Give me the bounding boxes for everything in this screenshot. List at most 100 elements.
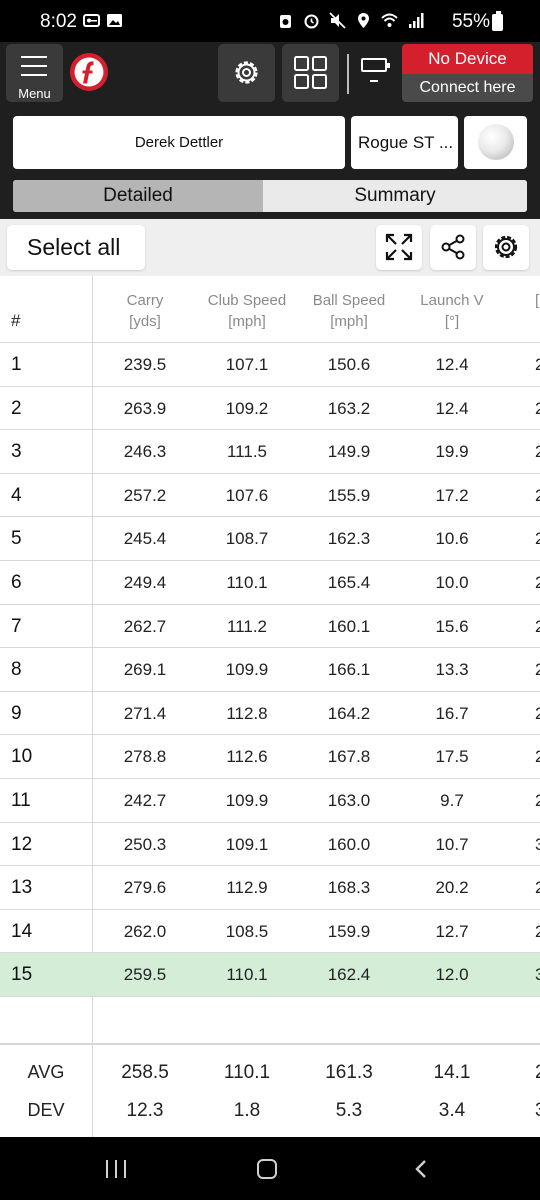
cell-ball-speed: 164.2 [327,703,371,723]
session-selectors: Derek Dettler Rogue ST ... Detailed Summ… [0,108,540,219]
device-status[interactable]: No Device [402,44,533,74]
table-summary: AVG 258.5 110.1 161.3 14.1 2 DEV 12.3 1.… [0,1043,540,1137]
dev-club-speed: 1.8 [233,1100,261,1121]
status-bar: 8:02 55% [0,0,540,42]
header-carry[interactable]: Carry [yds] [93,290,197,332]
table-row[interactable]: 8 269.1 109.9 166.1 13.3 2 [0,648,540,692]
recents-button[interactable] [104,1160,128,1178]
share-button[interactable] [430,225,476,270]
cell-carry: 245.4 [123,529,167,549]
cell-shot-number: 11 [11,789,31,811]
connect-button[interactable]: Connect here [402,74,533,102]
cell-next-column: 3 [535,965,540,985]
cell-ball-speed: 163.2 [327,398,371,418]
cell-carry: 239.5 [123,355,167,374]
cell-next-column: 2 [535,747,540,767]
expand-button[interactable] [376,225,422,270]
avg-next: 2 [535,1062,540,1084]
cell-carry: 263.9 [123,398,167,418]
cell-launch-v: 10.0 [435,572,469,592]
tab-detailed[interactable]: Detailed [13,180,263,212]
header-ball-speed[interactable]: Ball Speed [mph] [297,290,401,332]
header-launch-v-unit: [°] [444,313,460,330]
table-row[interactable]: 12 250.3 109.1 160.0 10.7 3 [0,823,540,867]
header-carry-name: Carry [126,292,164,309]
cell-ball-speed: 159.9 [327,921,371,941]
table-row[interactable]: 6 249.4 110.1 165.4 10.0 2 [0,561,540,605]
cell-club-speed: 110.1 [226,572,268,592]
club-selector[interactable]: Rogue ST ... [351,116,458,169]
battery-percent: 55% [451,11,490,32]
back-button[interactable] [412,1159,432,1179]
layout-button[interactable] [282,44,339,102]
cell-launch-v: 12.4 [435,355,469,374]
cell-club-speed: 111.2 [226,616,268,636]
table-row[interactable]: 2 263.9 109.2 163.2 12.4 2 [0,387,540,431]
table-settings-button[interactable] [483,225,529,270]
image-icon [107,14,122,27]
cell-next-column: 2 [535,878,540,898]
table-row[interactable]: 1 239.5 107.1 150.6 12.4 2 [0,343,540,387]
flightscope-logo [70,53,108,91]
table-row[interactable]: 15 259.5 110.1 162.4 12.0 3 [0,953,540,997]
select-all-button[interactable]: Select all [7,225,145,270]
cell-shot-number: 12 [11,833,33,855]
cell-shot-number: 1 [11,354,22,375]
table-row[interactable]: 7 262.7 111.2 160.1 15.6 2 [0,605,540,649]
header-club-speed[interactable]: Club Speed [mph] [195,290,299,332]
dev-row: DEV 12.3 1.8 5.3 3.4 3 [0,1100,540,1132]
cell-club-speed: 108.7 [225,529,269,549]
cell-shot-number: 10 [11,746,33,768]
table-row[interactable]: 13 279.6 112.9 168.3 20.2 2 [0,866,540,910]
cell-launch-v: 17.2 [435,485,469,505]
settings-icon [494,235,518,259]
header-launch-v-name: Launch V [420,292,484,309]
player-selector[interactable]: Derek Dettler [13,116,345,169]
tab-summary[interactable]: Summary [263,180,527,212]
expand-icon [385,233,413,261]
cell-ball-speed: 168.3 [327,878,371,898]
table-toolbar: Select all [0,219,540,276]
table-row[interactable]: 3 246.3 111.5 149.9 19.9 2 [0,430,540,474]
table-row[interactable]: 14 262.0 108.5 159.9 12.7 2 [0,910,540,954]
cell-club-speed: 112.8 [226,703,268,723]
system-nav-bar [0,1137,540,1200]
table-row[interactable]: 9 271.4 112.8 164.2 16.7 2 [0,692,540,736]
hamburger-icon [21,56,47,83]
golf-ball-icon [478,124,514,160]
header-launch-v[interactable]: Launch V [°] [400,290,504,332]
table-row[interactable]: 11 242.7 109.9 163.0 9.7 2 [0,779,540,823]
cell-launch-v: 19.9 [435,442,469,462]
cell-shot-number: 9 [11,702,22,724]
share-icon [441,234,465,260]
header-club-speed-unit: [mph] [228,313,266,330]
cell-next-column: 2 [535,529,540,549]
settings-button[interactable] [218,44,275,102]
avg-row: AVG 258.5 110.1 161.3 14.1 2 [0,1062,540,1094]
device-battery-icon [361,58,390,72]
cell-launch-v: 12.0 [435,965,469,985]
ball-selector[interactable] [464,116,527,169]
location-icon [358,13,369,28]
header-next-column[interactable]: [ [535,290,540,311]
cell-next-column: 2 [535,442,540,462]
cell-club-speed: 109.9 [225,660,269,680]
cell-shot-number: 14 [11,920,33,942]
home-button[interactable] [257,1159,277,1179]
cell-club-speed: 109.9 [225,790,269,810]
signal-icon [409,13,424,28]
cell-ball-speed: 165.4 [327,572,371,592]
cell-ball-speed: 166.1 [327,660,371,680]
table-row[interactable]: 4 257.2 107.6 155.9 17.2 2 [0,474,540,518]
battery-icon [492,11,503,31]
cell-next-column: 2 [535,616,540,636]
cell-club-speed: 112.6 [226,747,268,767]
cell-launch-v: 16.7 [435,703,469,723]
cell-carry: 242.7 [123,790,167,810]
menu-button[interactable]: Menu [6,44,63,102]
cell-club-speed: 110.1 [226,965,268,985]
table-row[interactable]: 10 278.8 112.6 167.8 17.5 2 [0,735,540,779]
cell-club-speed: 112.9 [226,878,268,898]
cell-club-speed: 108.5 [225,921,269,941]
table-row[interactable]: 5 245.4 108.7 162.3 10.6 2 [0,517,540,561]
